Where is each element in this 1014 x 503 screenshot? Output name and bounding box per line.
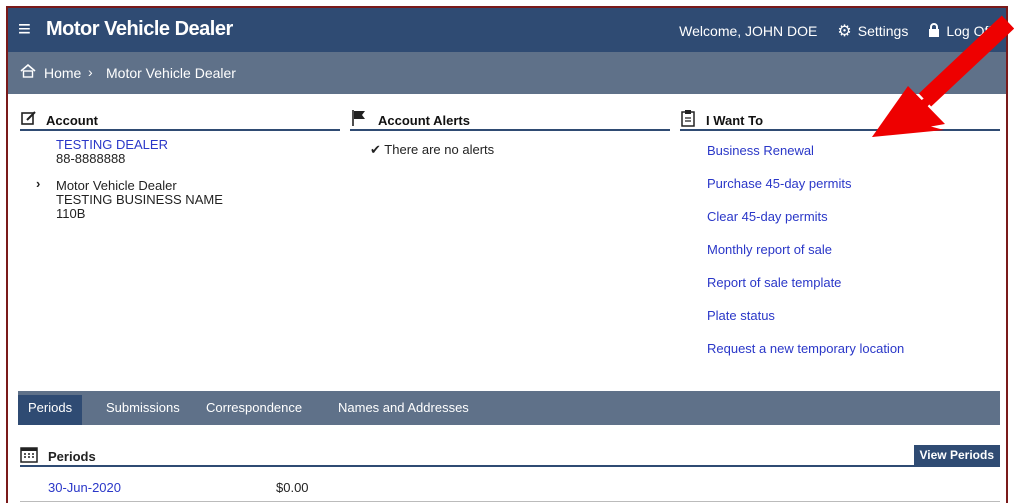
periods-header: Periods View Periods: [20, 445, 1000, 467]
account-type: Motor Vehicle Dealer: [56, 178, 177, 193]
periods-title: Periods: [48, 449, 96, 464]
calendar-icon: [20, 445, 38, 466]
monthly-report-link[interactable]: Monthly report of sale: [707, 242, 832, 257]
breadcrumb: Home › Motor Vehicle Dealer: [8, 52, 1006, 94]
period-amount: $0.00: [276, 480, 309, 495]
account-panel-header: Account: [20, 109, 340, 131]
breadcrumb-current: Motor Vehicle Dealer: [106, 65, 236, 81]
user-controls: Welcome, JOHN DOE ⚙ Settings Log Off: [679, 21, 992, 41]
tab-periods[interactable]: Periods: [18, 395, 83, 425]
clipboard-icon: [680, 109, 696, 130]
breadcrumb-separator: ›: [88, 64, 93, 80]
business-renewal-link[interactable]: Business Renewal: [707, 143, 814, 158]
account-number: 88-8888888: [56, 151, 126, 166]
account-name-link[interactable]: TESTING DEALER: [56, 137, 168, 152]
clear-permits-link[interactable]: Clear 45-day permits: [707, 209, 828, 224]
settings-link[interactable]: Settings: [858, 23, 909, 39]
i-want-to-panel-header: I Want To: [680, 109, 1000, 131]
app-title: Motor Vehicle Dealer: [46, 18, 233, 40]
report-template-link[interactable]: Report of sale template: [707, 275, 841, 290]
business-name: TESTING BUSINESS NAME: [56, 192, 223, 207]
table-divider: [20, 501, 1000, 502]
check-icon: ✔: [370, 142, 381, 157]
hamburger-icon[interactable]: ≡: [18, 18, 31, 40]
tab-bar: Periods Submissions Correspondence Names…: [18, 391, 1000, 425]
temporary-location-link[interactable]: Request a new temporary location: [707, 341, 904, 356]
chevron-right-icon[interactable]: ›: [36, 176, 40, 191]
alerts-message-text: There are no alerts: [384, 142, 495, 157]
account-code: 110B: [56, 206, 86, 221]
period-date-link[interactable]: 30-Jun-2020: [48, 480, 121, 495]
view-periods-button[interactable]: View Periods: [913, 445, 1000, 465]
tab-names-addresses[interactable]: Names and Addresses: [338, 400, 469, 415]
alerts-message: ✔ There are no alerts: [370, 142, 494, 158]
breadcrumb-home[interactable]: Home: [44, 65, 81, 81]
home-icon[interactable]: [20, 63, 36, 81]
edit-icon: [20, 109, 38, 130]
plate-status-link[interactable]: Plate status: [707, 308, 775, 323]
logoff-link[interactable]: Log Off: [946, 23, 992, 39]
i-want-to-title: I Want To: [706, 113, 764, 128]
gear-icon[interactable]: ⚙: [837, 21, 851, 41]
flag-icon: [350, 109, 368, 130]
purchase-permits-link[interactable]: Purchase 45-day permits: [707, 176, 852, 191]
account-title: Account: [46, 113, 98, 128]
alerts-panel-header: Account Alerts: [350, 109, 670, 131]
alerts-title: Account Alerts: [378, 113, 470, 128]
lock-icon[interactable]: [928, 22, 940, 40]
welcome-text: Welcome, JOHN DOE: [679, 23, 818, 39]
page-frame: ≡ Motor Vehicle Dealer Welcome, JOHN DOE…: [6, 6, 1008, 503]
tab-correspondence[interactable]: Correspondence: [206, 400, 302, 415]
tab-submissions[interactable]: Submissions: [106, 400, 180, 415]
top-header: ≡ Motor Vehicle Dealer Welcome, JOHN DOE…: [8, 8, 1006, 52]
